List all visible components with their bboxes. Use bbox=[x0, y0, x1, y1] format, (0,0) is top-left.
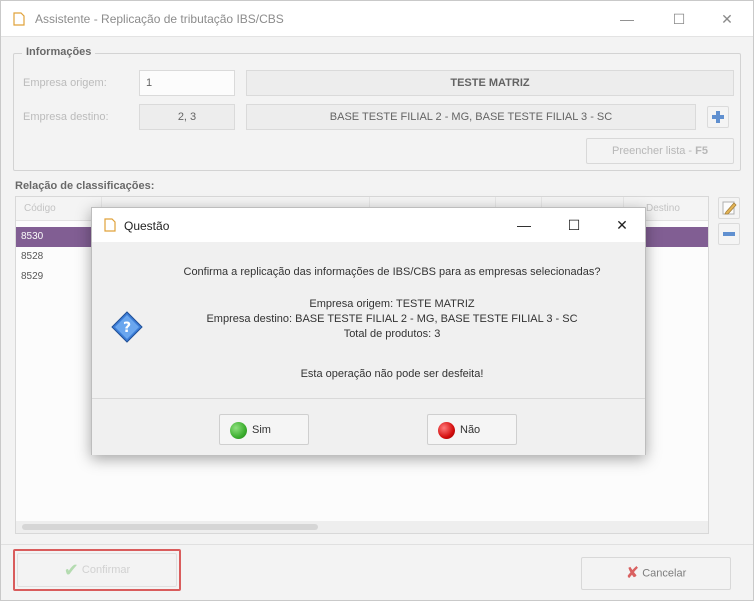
close-button[interactable]: ✕ bbox=[709, 7, 745, 31]
minimize-button[interactable]: — bbox=[609, 7, 645, 31]
dialog-total: Total de produtos: 3 bbox=[343, 328, 441, 340]
dialog-title: Questão bbox=[124, 219, 170, 233]
green-dot-icon bbox=[230, 422, 247, 439]
main-window: Assistente - Replicação de tributação IB… bbox=[0, 0, 754, 601]
sim-button[interactable]: Sim bbox=[219, 414, 309, 445]
dialog-title-bar: Questão — ☐ ✕ bbox=[92, 208, 645, 242]
dialog-app-icon bbox=[104, 218, 116, 232]
dialog-maximize-button[interactable]: ☐ bbox=[556, 213, 592, 237]
window-title: Assistente - Replicação de tributação IB… bbox=[35, 12, 284, 26]
svg-text:?: ? bbox=[123, 320, 131, 336]
maximize-button[interactable]: ☐ bbox=[661, 7, 697, 31]
question-icon: ? bbox=[111, 311, 143, 343]
question-dialog: Questão — ☐ ✕ ? Confirma a replicação da… bbox=[91, 207, 646, 455]
dialog-body: ? Confirma a replicação das informações … bbox=[92, 242, 645, 396]
dialog-origem: Empresa origem: TESTE MATRIZ bbox=[309, 298, 475, 310]
nao-button[interactable]: Não bbox=[427, 414, 517, 445]
dialog-close-button[interactable]: ✕ bbox=[604, 213, 640, 237]
dialog-warning: Esta operação não pode ser desfeita! bbox=[300, 368, 484, 380]
title-bar: Assistente - Replicação de tributação IB… bbox=[1, 1, 753, 37]
nao-label: Não bbox=[460, 424, 481, 436]
app-icon bbox=[13, 12, 25, 26]
dialog-destino: Empresa destino: BASE TESTE FILIAL 2 - M… bbox=[206, 313, 578, 325]
dialog-footer: Sim Não bbox=[92, 399, 645, 455]
sim-label: Sim bbox=[252, 424, 271, 436]
dialog-minimize-button[interactable]: — bbox=[506, 213, 542, 237]
dialog-question: Confirma a replicação das informações de… bbox=[183, 266, 601, 278]
red-dot-icon bbox=[438, 422, 455, 439]
